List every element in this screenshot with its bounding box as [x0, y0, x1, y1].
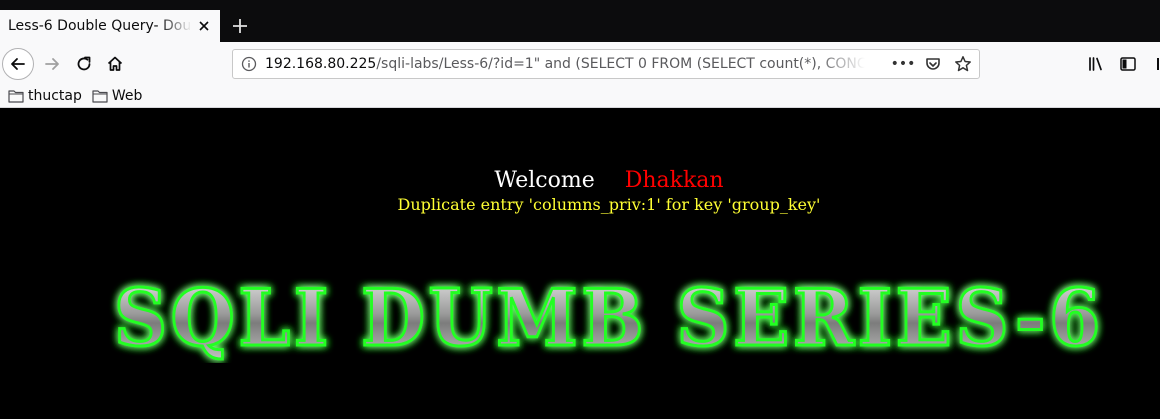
arrow-left-icon [11, 58, 25, 70]
sql-error-message: Duplicate entry 'columns_priv:1' for key… [397, 195, 821, 214]
page-actions-button[interactable]: ••• [891, 52, 916, 76]
plus-icon [233, 19, 247, 33]
info-icon[interactable] [237, 50, 261, 78]
banner-text: SQLI DUMB SERIES-6 [114, 273, 1104, 363]
bookmark-label: thuctap [28, 87, 82, 104]
toolbar-right [1084, 50, 1160, 78]
library-icon[interactable] [1084, 52, 1108, 76]
back-button[interactable] [2, 48, 34, 80]
welcome-username: Dhakkan [624, 168, 724, 193]
welcome-text: Welcome [494, 168, 595, 193]
forward-button[interactable] [38, 50, 66, 78]
pocket-icon[interactable] [921, 52, 945, 76]
reload-icon [77, 56, 91, 71]
star-icon[interactable] [951, 52, 975, 76]
navigation-toolbar: 192.168.80.225/sqli-labs/Less-6/?id=1" a… [0, 42, 1160, 84]
tab-active[interactable]: Less-6 Double Query- Double Query [0, 10, 220, 42]
url-path: /sqli-labs/Less-6/?id=1" and (SELECT 0 F… [376, 56, 865, 72]
bookmark-folder-web[interactable]: Web [92, 87, 143, 104]
new-tab-button[interactable] [228, 14, 252, 38]
welcome-line: Welcome Dhakkan [0, 168, 1160, 193]
sidebar-icon[interactable] [1116, 52, 1140, 76]
arrow-right-icon [45, 58, 59, 70]
bookmarks-toolbar: thuctap Web [0, 84, 1160, 108]
bookmark-folder-thuctap[interactable]: thuctap [8, 88, 82, 104]
url-host: 192.168.80.225 [265, 56, 377, 72]
url-text[interactable]: 192.168.80.225/sqli-labs/Less-6/?id=1" a… [265, 56, 865, 72]
url-actions: ••• [891, 50, 975, 78]
reload-button[interactable] [70, 50, 98, 78]
tab-close-icon[interactable] [196, 18, 212, 34]
home-button[interactable] [101, 50, 129, 78]
overflow-menu-icon[interactable] [1148, 52, 1160, 76]
home-icon [107, 56, 123, 71]
bookmark-label: Web [111, 87, 143, 104]
series-banner: SQLI DUMB SERIES-6 [113, 273, 1104, 363]
url-bar[interactable]: 192.168.80.225/sqli-labs/Less-6/?id=1" a… [232, 49, 980, 79]
tab-strip: Less-6 Double Query- Double Query [0, 0, 1160, 42]
folder-icon [8, 89, 24, 103]
page-content: Welcome Dhakkan Duplicate entry 'columns_… [0, 108, 1160, 419]
tab-title: Less-6 Double Query- Double Query [8, 18, 192, 34]
folder-icon [92, 89, 108, 103]
